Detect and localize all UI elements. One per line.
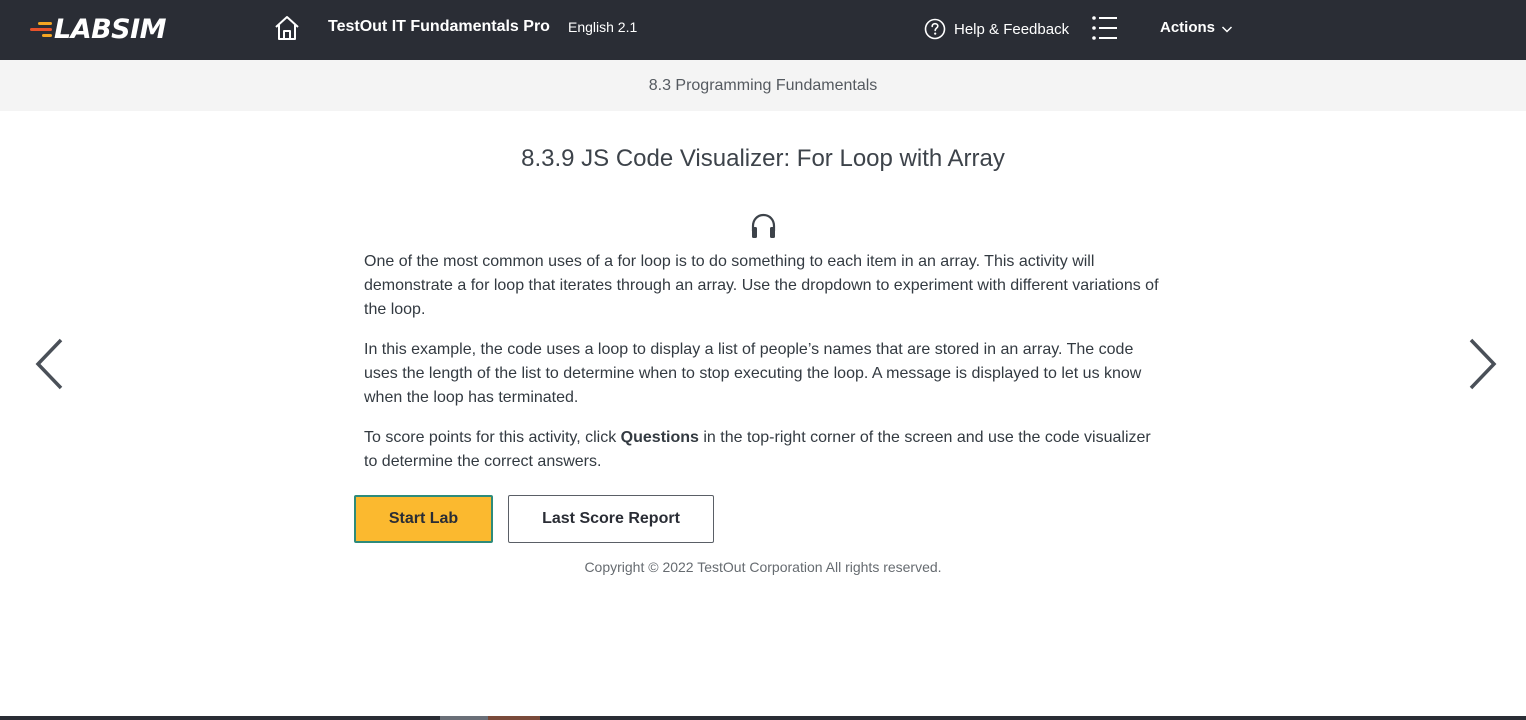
actions-label: Actions [1160, 19, 1216, 36]
help-feedback-label: Help & Feedback [954, 20, 1070, 38]
logo-mark [28, 21, 52, 37]
last-score-report-button[interactable]: Last Score Report [508, 495, 714, 543]
activity-description: One of the most common uses of a for loo… [364, 250, 1164, 490]
questions-emphasis: Questions [620, 429, 699, 446]
start-lab-button[interactable]: Start Lab [354, 495, 493, 543]
description-paragraph-1: One of the most common uses of a for loo… [364, 253, 1159, 318]
section-title: 8.3 Programming Fundamentals [648, 76, 878, 94]
course-title: TestOut IT Fundamentals Pro [328, 18, 550, 35]
top-bar: LABSIM TestOut IT Fundamentals Pro Engli… [0, 0, 1526, 60]
course-version: English 2.1 [568, 19, 638, 35]
question-circle-icon [924, 18, 946, 40]
logo-text: LABSIM [54, 13, 167, 45]
chevron-down-icon [1221, 25, 1233, 33]
description-paragraph-2: In this example, the code uses a loop to… [364, 341, 1142, 406]
headphones-icon[interactable] [749, 212, 778, 240]
copyright-text: Copyright © 2022 TestOut Corporation All… [584, 559, 942, 575]
page-title: 8.3.9 JS Code Visualizer: For Loop with … [521, 145, 1005, 172]
description-paragraph-3: To score points for this activity, click… [364, 429, 1151, 470]
list-icon[interactable] [1091, 15, 1119, 41]
help-feedback-link[interactable]: Help & Feedback [924, 18, 1069, 40]
labsim-logo[interactable]: LABSIM [28, 13, 167, 45]
bottom-edge-strip [0, 716, 1526, 720]
actions-menu[interactable]: Actions [1160, 19, 1233, 36]
chevron-right-icon[interactable] [1466, 336, 1500, 392]
chevron-left-icon[interactable] [32, 336, 66, 392]
section-breadcrumb: 8.3 Programming Fundamentals [0, 60, 1526, 111]
home-icon[interactable] [273, 14, 301, 42]
